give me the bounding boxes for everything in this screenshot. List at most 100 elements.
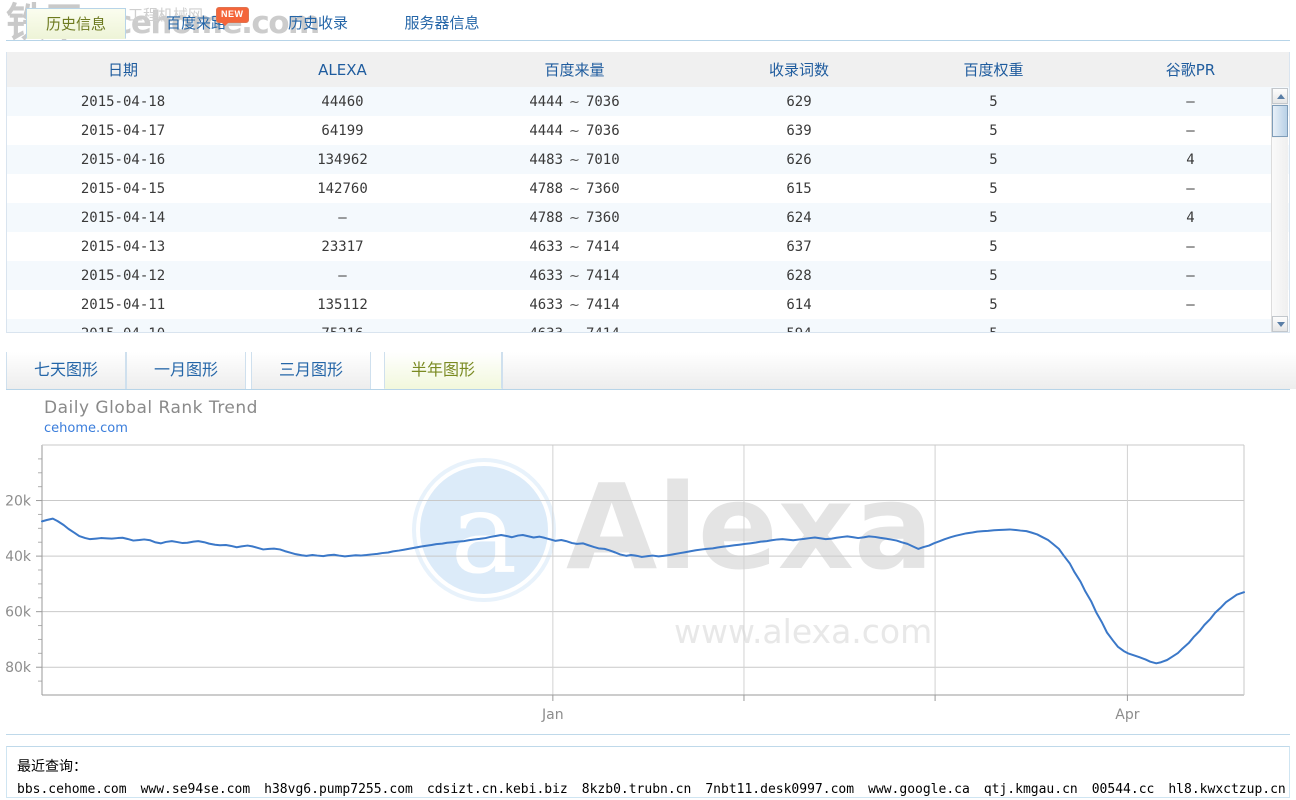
baidu-from-min: 4633 <box>529 267 564 284</box>
cell-baidu-from: 4633~7414 <box>446 319 703 333</box>
chart-tab-3[interactable]: 三月图形 <box>251 352 371 389</box>
cell-baidu-from: 4788 ~7360 <box>446 174 703 203</box>
range-tilde: ~ <box>563 327 586 333</box>
history-table: 日期 ALEXA 百度来量 收录词数 百度权重 谷歌PR 2015-04-18 44460 4… <box>7 52 1289 333</box>
recent-query-link[interactable]: h38vg6.pump7255.com <box>264 782 413 797</box>
xtick-label-1: Apr <box>1115 707 1139 723</box>
cell-words: 639 <box>703 116 895 145</box>
baidu-from-min: 4633 <box>529 296 564 313</box>
cell-words: 615 <box>703 174 895 203</box>
recent-query-link[interactable]: bbs.cehome.com <box>17 782 127 797</box>
cell-alexa: 135112 <box>239 290 446 319</box>
column-header-3: 百度来量 <box>446 52 703 87</box>
recent-query-link[interactable]: 7nbt11.desk0997.com <box>705 782 854 797</box>
table-row[interactable]: 2015-04-10752164633~74145945– <box>7 319 1289 333</box>
baidu-from-max: 7036 <box>585 93 620 110</box>
cell-baidu-weight: 5 <box>895 87 1092 116</box>
cell-alexa: 134962 <box>239 145 446 174</box>
cell-google-pr: 4 <box>1092 145 1289 174</box>
table-row[interactable]: 2015-04-12–4633 ~7414 628 5– <box>7 261 1289 290</box>
table-row[interactable]: 2015-04-17 64199 4444 ~7036 639 5– <box>7 116 1289 145</box>
table-row[interactable]: 2015-04-14– 4788 ~7360 624 5 4 <box>7 203 1289 232</box>
cell-baidu-weight: 5 <box>895 232 1092 261</box>
recent-queries-footer: 最近查询： bbs.cehome.com www.se94se.com h38vg6… <box>6 746 1290 798</box>
cell-date: 2015-04-15 <box>7 174 239 203</box>
table-row[interactable]: 2015-04-16 134962 4483 ~7010 626 5 4 <box>7 145 1289 174</box>
top-tab-3[interactable]: 历史收录 <box>268 8 368 39</box>
cell-google-pr: – <box>1092 319 1289 332</box>
cell-date: 2015-04-17 <box>7 116 239 145</box>
history-table-container: 日期 ALEXA 百度来量 收录词数 百度权重 谷歌PR 2015-04-18 44460 4… <box>6 52 1290 333</box>
baidu-from-max: 7414 <box>585 267 620 284</box>
cell-baidu-from: 4483 ~7010 <box>446 145 703 174</box>
cell-words: 626 <box>703 145 895 174</box>
recent-query-link[interactable]: cdsizt.cn.kebi.biz <box>427 782 568 797</box>
alexa-watermark-a: a <box>451 469 518 599</box>
scroll-up-button[interactable] <box>1272 88 1288 104</box>
column-header-5: 百度权重 <box>895 52 1092 87</box>
range-tilde: ~ <box>569 210 580 226</box>
scrollbar-thumb[interactable] <box>1272 105 1288 137</box>
top-tab-bar: 历史信息 百度来路 历史收录 服务器信息 <box>6 8 1290 41</box>
baidu-from-max: 7414 <box>585 238 620 255</box>
recent-query-link[interactable]: hl8.kwxctzup.cn <box>1168 782 1285 797</box>
recent-queries-label: 最近查询： <box>17 759 87 775</box>
chevron-up-icon <box>1277 94 1285 99</box>
chevron-down-icon <box>1277 322 1285 327</box>
cell-google-pr: – <box>1092 174 1289 203</box>
top-tab-1[interactable]: 历史信息 <box>26 8 126 39</box>
baidu-from-min: 4444 <box>529 122 564 139</box>
range-tilde: ~ <box>569 152 580 168</box>
column-header-6: 谷歌PR <box>1092 52 1289 87</box>
recent-query-link[interactable]: qtj.kmgau.cn <box>984 782 1078 797</box>
baidu-from-max: 7414 <box>586 326 620 333</box>
cell-date: 2015-04-11 <box>7 290 239 319</box>
baidu-from-max: 7036 <box>585 122 620 139</box>
baidu-from-max: 7360 <box>585 180 620 197</box>
chart-tab-filler <box>502 352 1296 389</box>
chart-tab-2[interactable]: 一月图形 <box>126 352 246 389</box>
cell-baidu-weight: 5 <box>895 261 1092 290</box>
cell-date: 2015-04-16 <box>7 145 239 174</box>
cell-baidu-weight: 5 <box>895 174 1092 203</box>
chart-tab-1[interactable]: 七天图形 <box>6 352 126 389</box>
ytick-label-2: 60k <box>6 605 32 621</box>
cell-date: 2015-04-12 <box>7 261 239 290</box>
table-row[interactable]: 2015-04-11 135112 4633 ~7414 614 5– <box>7 290 1289 319</box>
baidu-from-min: 4633 <box>529 238 564 255</box>
cell-google-pr: 4 <box>1092 203 1289 232</box>
baidu-from-min: 4788 <box>529 209 564 226</box>
scroll-down-button[interactable] <box>1272 316 1288 332</box>
cell-alexa: – <box>239 261 446 290</box>
recent-query-link[interactable]: 8kzb0.trubn.cn <box>582 782 692 797</box>
cell-words: 637 <box>703 232 895 261</box>
cell-google-pr: – <box>1092 290 1289 319</box>
alexa-watermark-text: Alexa <box>566 458 934 596</box>
range-tilde: ~ <box>569 123 580 139</box>
cell-baidu-weight: 5 <box>895 319 1092 332</box>
table-vertical-scrollbar[interactable] <box>1271 88 1288 332</box>
chart-tab-4[interactable]: 半年图形 <box>384 352 502 389</box>
cell-baidu-from: 4633~7414 <box>446 290 703 319</box>
new-badge: NEW <box>216 7 249 26</box>
range-tilde: ~ <box>569 297 580 313</box>
ytick-label-3: 80k <box>6 660 32 676</box>
cell-baidu-from: 4788 ~7360 <box>446 203 703 232</box>
top-tab-4[interactable]: 服务器信息 <box>386 8 498 39</box>
table-row[interactable]: 2015-04-13 23317 4633 ~7414 637 5– <box>7 232 1289 261</box>
cell-date: 2015-04-10 <box>7 319 239 332</box>
table-row[interactable]: 2015-04-18 44460 4444 ~7036 629 5– <box>7 87 1289 116</box>
recent-query-link[interactable]: 00544.cc <box>1092 782 1155 797</box>
recent-query-link[interactable]: www.se94se.com <box>141 782 251 797</box>
column-header-1: 日期 <box>7 52 239 87</box>
scrollbar-track[interactable] <box>1272 138 1288 316</box>
ytick-label-0: 20k <box>6 494 32 510</box>
cell-alexa: – <box>239 203 446 232</box>
cell-google-pr: – <box>1092 232 1289 261</box>
range-tilde: ~ <box>569 94 580 110</box>
table-row[interactable]: 2015-04-15 142760 4788 ~7360 615 5– <box>7 174 1289 203</box>
cell-alexa: 75216 <box>239 319 446 332</box>
recent-query-link[interactable]: www.google.ca <box>868 782 970 797</box>
baidu-from-min: 4483 <box>529 151 564 168</box>
cell-words: 628 <box>703 261 895 290</box>
